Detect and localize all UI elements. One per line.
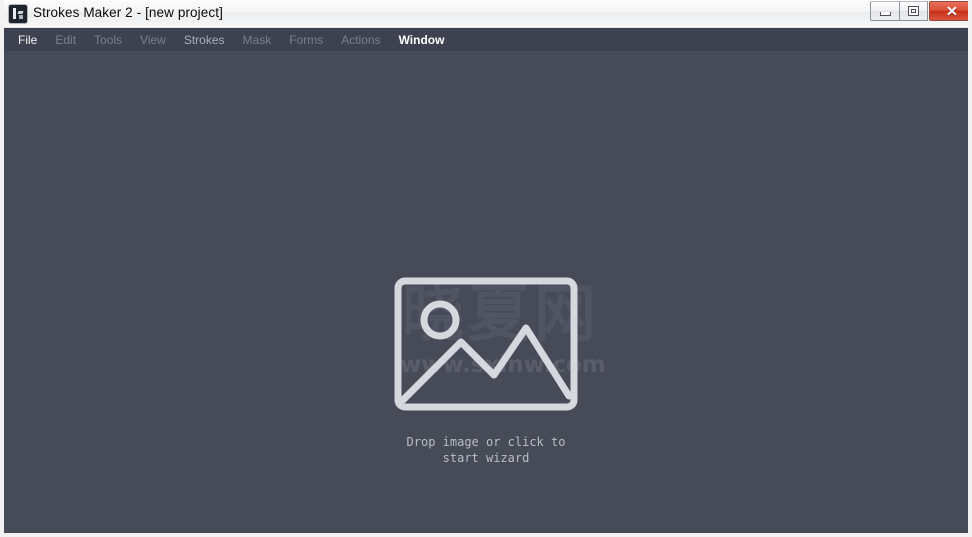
application-window: Strokes Maker 2 - [new project] ✕ File E… xyxy=(0,0,972,537)
close-button[interactable]: ✕ xyxy=(929,1,968,21)
menu-bar: File Edit Tools View Strokes Mask Forms … xyxy=(4,28,968,51)
menu-item-tools[interactable]: Tools xyxy=(94,34,122,46)
menu-item-actions[interactable]: Actions xyxy=(341,34,380,46)
menu-item-edit[interactable]: Edit xyxy=(55,34,76,46)
maximize-button[interactable] xyxy=(899,1,928,21)
app-icon[interactable] xyxy=(9,4,27,23)
minimize-button[interactable] xyxy=(870,1,899,21)
menu-item-file[interactable]: File xyxy=(18,34,37,46)
workspace-canvas[interactable]: 晓夏网 www.sxinw.com Drop image or click to… xyxy=(4,51,968,533)
menu-item-forms[interactable]: Forms xyxy=(289,34,323,46)
image-placeholder-icon xyxy=(393,276,579,412)
close-icon: ✕ xyxy=(945,3,958,19)
menu-item-mask[interactable]: Mask xyxy=(243,34,272,46)
menu-item-window[interactable]: Window xyxy=(399,34,445,46)
window-title: Strokes Maker 2 - [new project] xyxy=(33,5,223,21)
minimize-icon xyxy=(879,11,891,16)
menu-item-view[interactable]: View xyxy=(140,34,166,46)
maximize-icon xyxy=(908,6,919,16)
menu-item-strokes[interactable]: Strokes xyxy=(184,34,225,46)
title-bar[interactable]: Strokes Maker 2 - [new project] ✕ xyxy=(4,0,968,28)
drop-zone-label: Drop image or click to start wizard xyxy=(406,435,566,465)
window-controls: ✕ xyxy=(870,1,968,25)
image-drop-zone[interactable]: Drop image or click to start wizard xyxy=(336,276,636,466)
